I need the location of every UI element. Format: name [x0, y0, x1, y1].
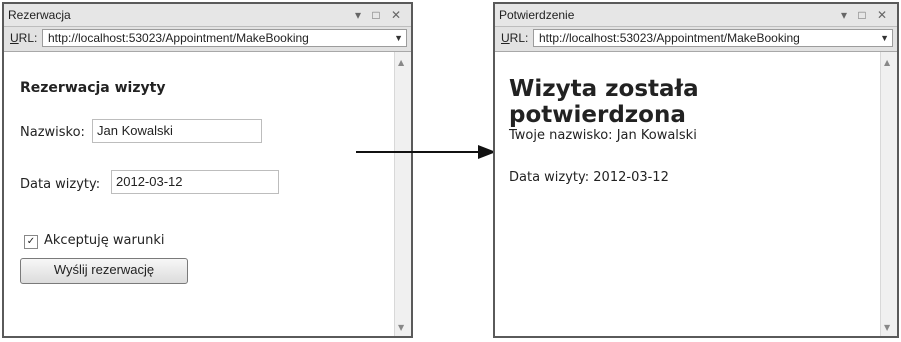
date-label: Data wizyty: — [20, 177, 101, 192]
url-bar: URL: http://localhost:53023/Appointment/… — [495, 27, 897, 52]
transition-arrow-icon — [356, 145, 496, 159]
window-title: Rezerwacja — [8, 8, 71, 22]
name-line: Twoje nazwisko: Jan Kowalski — [509, 128, 697, 143]
page-title: Wizyta została potwierdzona — [509, 76, 699, 128]
scroll-down-icon[interactable]: ▼ — [398, 323, 404, 332]
confirmation-window: Potwierdzenie ▾ □ ✕ URL: http://localhos… — [493, 2, 899, 338]
name-label: Nazwisko: — [20, 125, 85, 140]
terms-checkbox[interactable]: ✓ — [24, 235, 38, 249]
window-controls-icon[interactable]: ▾ □ ✕ — [841, 4, 891, 26]
chevron-down-icon[interactable]: ▼ — [394, 30, 403, 46]
url-input[interactable]: http://localhost:53023/Appointment/MakeB… — [42, 29, 407, 47]
url-bar: URL: http://localhost:53023/Appointment/… — [4, 27, 411, 52]
window-titlebar: Potwierdzenie ▾ □ ✕ — [495, 4, 897, 27]
url-label: URL: — [501, 31, 529, 45]
date-line: Data wizyty: 2012-03-12 — [509, 170, 669, 185]
page-content: Rezerwacja wizyty Nazwisko: Jan Kowalski… — [4, 52, 395, 336]
chevron-down-icon[interactable]: ▼ — [880, 30, 889, 46]
date-field[interactable]: 2012-03-12 — [111, 170, 279, 194]
window-title: Potwierdzenie — [499, 8, 575, 22]
scroll-down-icon[interactable]: ▼ — [884, 323, 890, 332]
terms-label: Akceptuję warunki — [44, 233, 165, 248]
name-field[interactable]: Jan Kowalski — [92, 119, 262, 143]
submit-booking-button[interactable]: Wyślij rezerwację — [20, 258, 188, 284]
scroll-up-icon[interactable]: ▲ — [884, 58, 890, 67]
vertical-scrollbar[interactable]: ▲ ▼ — [880, 52, 897, 336]
booking-window: Rezerwacja ▾ □ ✕ URL: http://localhost:5… — [2, 2, 413, 338]
window-titlebar: Rezerwacja ▾ □ ✕ — [4, 4, 411, 27]
vertical-scrollbar[interactable]: ▲ ▼ — [394, 52, 411, 336]
page-content: Wizyta została potwierdzona Twoje nazwis… — [495, 52, 881, 336]
page-title: Rezerwacja wizyty — [20, 80, 166, 96]
url-label: URL: — [10, 31, 38, 45]
window-controls-icon[interactable]: ▾ □ ✕ — [355, 4, 405, 26]
scroll-up-icon[interactable]: ▲ — [398, 58, 404, 67]
url-input[interactable]: http://localhost:53023/Appointment/MakeB… — [533, 29, 893, 47]
